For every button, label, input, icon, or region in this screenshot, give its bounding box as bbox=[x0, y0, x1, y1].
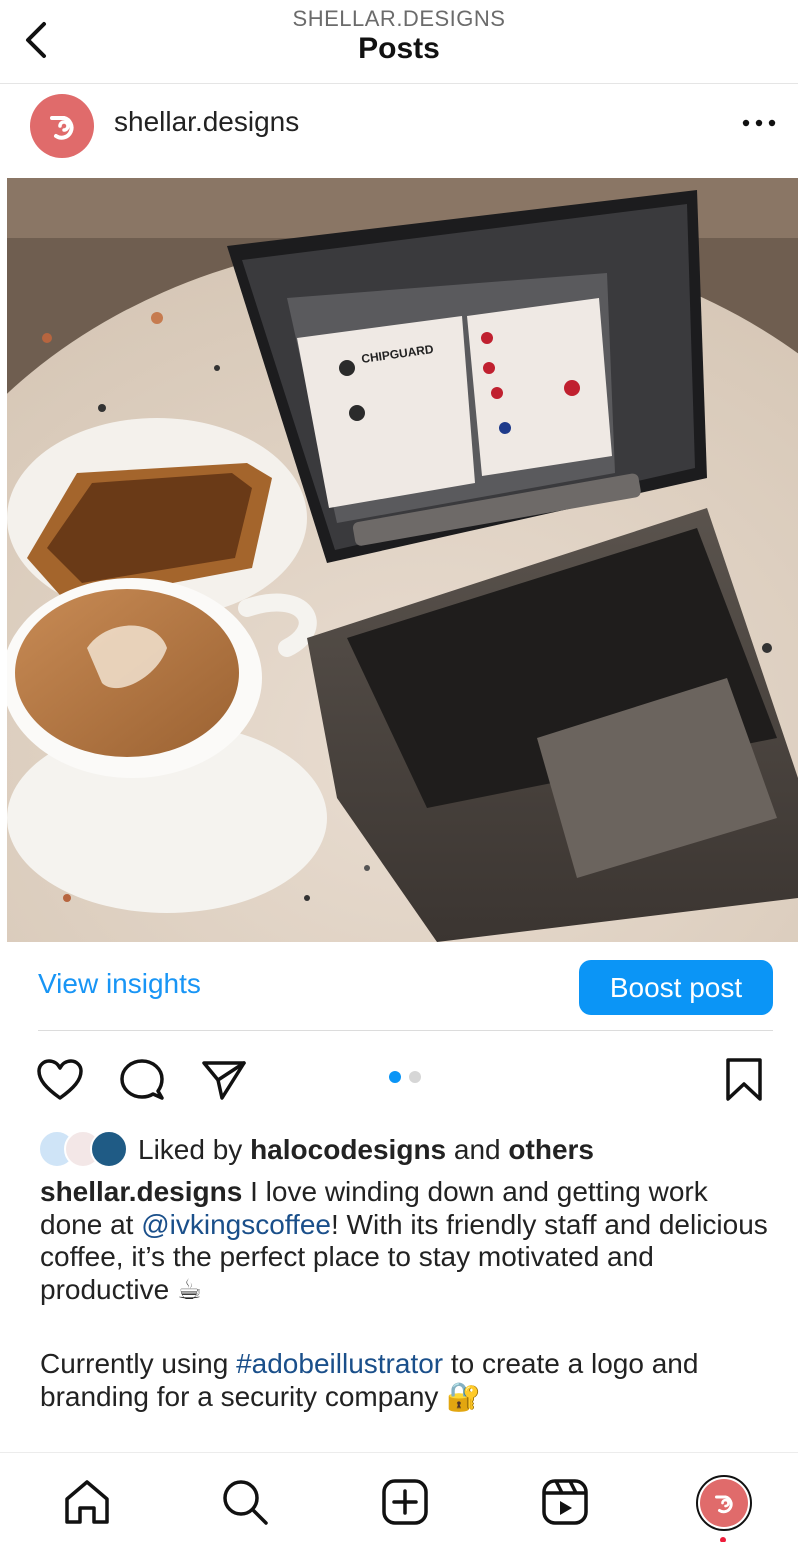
nav-search[interactable] bbox=[220, 1477, 270, 1532]
more-options-button[interactable] bbox=[740, 108, 780, 138]
avatar[interactable] bbox=[30, 94, 94, 158]
page-title: Posts bbox=[358, 32, 440, 65]
caption-text: Currently using bbox=[40, 1348, 229, 1379]
brand-logo-icon bbox=[50, 116, 74, 140]
like-button[interactable] bbox=[36, 1058, 84, 1107]
comment-icon bbox=[120, 1059, 164, 1100]
post-caption: shellar.designs I love winding down and … bbox=[40, 1176, 770, 1413]
bookmark-icon bbox=[726, 1058, 762, 1101]
boost-post-button[interactable]: Boost post bbox=[579, 960, 773, 1015]
liked-by-prefix: Liked by bbox=[138, 1134, 243, 1165]
search-icon bbox=[223, 1480, 268, 1525]
bottom-nav bbox=[0, 1452, 798, 1542]
comment-button[interactable] bbox=[119, 1058, 165, 1107]
post-photo: CHIPGUARD bbox=[7, 178, 798, 942]
nav-reels[interactable] bbox=[540, 1477, 590, 1532]
paper-plane-icon bbox=[202, 1061, 246, 1100]
post-image[interactable]: CHIPGUARD bbox=[7, 178, 798, 942]
caption-username[interactable]: shellar.designs bbox=[40, 1176, 242, 1207]
liked-by-others[interactable]: others bbox=[508, 1134, 594, 1165]
hashtag-link[interactable]: #adobeillustrator bbox=[236, 1348, 443, 1379]
liker-avatar bbox=[90, 1130, 128, 1168]
create-icon bbox=[382, 1479, 428, 1525]
mention-link[interactable]: @ivkingscoffee bbox=[141, 1209, 331, 1240]
nav-profile[interactable] bbox=[696, 1475, 752, 1531]
carousel-dot-active bbox=[389, 1071, 401, 1083]
profile-avatar bbox=[700, 1479, 748, 1527]
nav-create[interactable] bbox=[380, 1477, 430, 1532]
brand-logo-icon bbox=[715, 1495, 733, 1514]
share-button[interactable] bbox=[200, 1058, 248, 1107]
carousel-dot bbox=[409, 1071, 421, 1083]
home-icon bbox=[65, 1480, 109, 1524]
liked-by-and: and bbox=[453, 1134, 501, 1165]
account-name: SHELLAR.DESIGNS bbox=[292, 6, 506, 31]
save-button[interactable] bbox=[724, 1057, 764, 1108]
liked-by-user[interactable]: halocodesigns bbox=[250, 1134, 446, 1165]
heart-icon bbox=[37, 1059, 83, 1100]
post-username[interactable]: shellar.designs bbox=[114, 106, 299, 138]
more-horizontal-icon bbox=[742, 119, 776, 127]
carousel-indicator bbox=[388, 1070, 428, 1084]
notification-dot bbox=[720, 1537, 726, 1542]
liked-by-text: Liked by halocodesigns and others bbox=[138, 1134, 594, 1166]
liked-by[interactable]: Liked by halocodesigns and others bbox=[38, 1130, 778, 1170]
post-header: shellar.designs bbox=[0, 86, 798, 178]
view-insights-link[interactable]: View insights bbox=[38, 968, 201, 1000]
divider bbox=[38, 1030, 773, 1031]
nav-home[interactable] bbox=[62, 1477, 112, 1532]
reels-icon bbox=[542, 1479, 588, 1525]
header: SHELLAR.DESIGNS Posts bbox=[0, 0, 798, 84]
